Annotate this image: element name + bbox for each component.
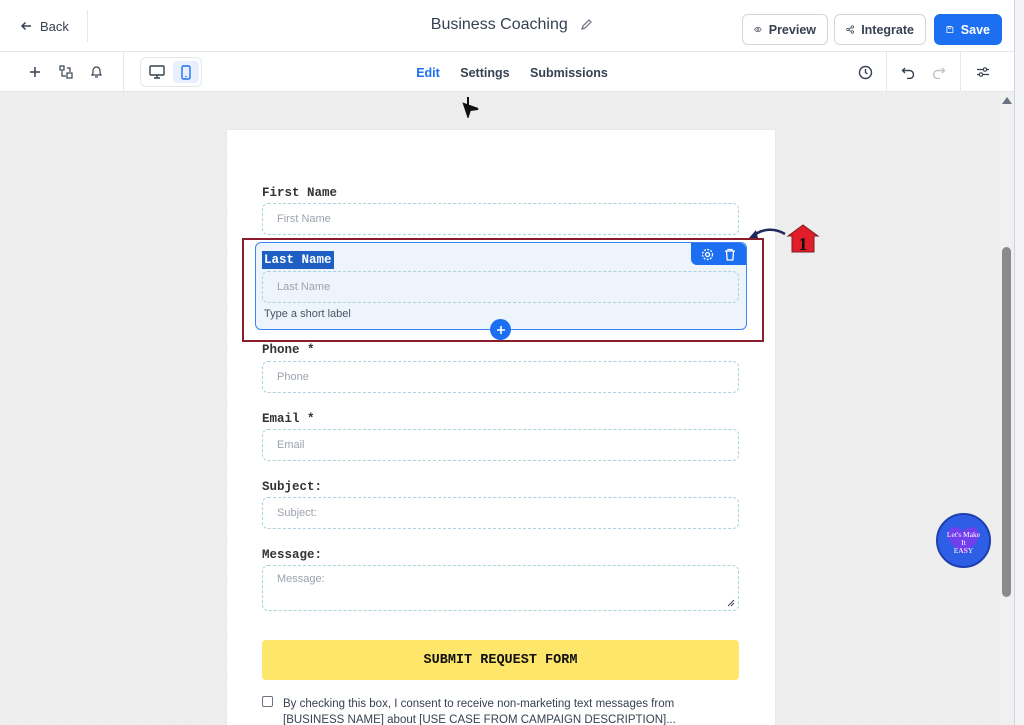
editor-toolbar: Edit Settings Submissions (0, 52, 1024, 92)
lets-make-it-easy-badge[interactable]: Let's Make It EASY (936, 513, 991, 568)
first-name-field[interactable]: First Name (262, 203, 739, 235)
sliders-icon (977, 67, 989, 77)
save-button[interactable]: Save (934, 14, 1002, 45)
arrow-left-icon (20, 21, 31, 31)
back-button[interactable]: Back (8, 10, 88, 42)
field-actions (691, 243, 746, 265)
phone-label: Phone * (262, 343, 315, 357)
trash-icon[interactable] (724, 248, 736, 261)
desktop-view-button[interactable] (144, 61, 170, 83)
resize-handle-icon[interactable] (727, 599, 735, 607)
tab-edit[interactable]: Edit (416, 66, 440, 80)
device-toggle (140, 57, 202, 87)
annotation-marker: 1 (749, 224, 820, 254)
tab-submissions[interactable]: Submissions (530, 66, 608, 80)
consent-text: By checking this box, I consent to recei… (283, 698, 676, 725)
last-name-placeholder: Last Name (277, 281, 331, 293)
consent-checkbox[interactable] (262, 696, 273, 707)
phone-icon (181, 64, 191, 80)
notifications-button[interactable] (85, 61, 107, 83)
form-settings-button[interactable] (972, 61, 994, 83)
submit-button[interactable]: SUBMIT REQUEST FORM (262, 640, 739, 680)
message-textarea[interactable]: Message: (262, 565, 739, 611)
integrate-button[interactable]: Integrate (834, 14, 926, 45)
message-label: Message: (262, 548, 323, 562)
phone-field[interactable]: Phone (262, 361, 739, 393)
undo-button[interactable] (897, 61, 919, 83)
back-label: Back (40, 18, 69, 34)
preview-button[interactable]: Preview (742, 14, 828, 45)
subject-field[interactable]: Subject: (262, 497, 739, 529)
annotation-number: 1 (799, 234, 808, 254)
pencil-icon[interactable] (580, 18, 593, 31)
last-name-label[interactable]: Last Name (262, 251, 334, 269)
toolbar-divider (886, 52, 887, 92)
undo-icon (901, 67, 915, 79)
first-name-label: First Name (262, 186, 338, 200)
phone-placeholder: Phone (277, 371, 309, 383)
redo-icon (932, 67, 946, 79)
gear-icon[interactable] (701, 248, 714, 261)
clock-history-icon (858, 65, 872, 79)
share-icon (846, 25, 854, 34)
layers-icon (59, 65, 73, 79)
subject-label: Subject: (262, 480, 323, 494)
scroll-thumb[interactable] (1002, 247, 1011, 597)
preview-label: Preview (768, 22, 816, 37)
last-name-field[interactable]: Last Name (262, 271, 739, 303)
mouse-cursor-icon (462, 97, 479, 118)
top-bar: Back Business Coaching Preview Integrate… (0, 0, 1024, 52)
short-label-input[interactable]: Type a short label (264, 308, 351, 320)
window-edge (1014, 0, 1024, 725)
vertical-scrollbar[interactable] (1000, 92, 1014, 725)
plus-icon (496, 325, 505, 334)
toolbar-divider (123, 52, 124, 92)
page-title: Business Coaching (430, 16, 568, 33)
message-placeholder: Message: (277, 573, 325, 585)
add-element-button[interactable] (24, 61, 46, 83)
first-name-placeholder: First Name (277, 213, 331, 225)
bell-icon (90, 66, 102, 78)
redo-button[interactable] (928, 61, 950, 83)
integrate-label: Integrate (861, 22, 914, 37)
history-button[interactable] (854, 61, 876, 83)
eye-icon (754, 26, 762, 33)
plus-icon (30, 67, 40, 77)
email-field[interactable]: Email (262, 429, 739, 461)
subject-placeholder: Subject: (277, 507, 317, 519)
email-label: Email * (262, 412, 315, 426)
tab-settings[interactable]: Settings (460, 66, 509, 80)
email-placeholder: Email (277, 439, 305, 451)
layers-button[interactable] (55, 61, 77, 83)
scroll-up-arrow[interactable] (1002, 97, 1012, 104)
save-label: Save (960, 22, 990, 37)
badge-line-3: EASY (953, 546, 974, 555)
floppy-disk-icon (946, 26, 954, 33)
mobile-view-button[interactable] (173, 61, 199, 83)
add-field-button[interactable] (490, 319, 511, 340)
monitor-icon (149, 65, 165, 79)
toolbar-divider (960, 52, 961, 92)
